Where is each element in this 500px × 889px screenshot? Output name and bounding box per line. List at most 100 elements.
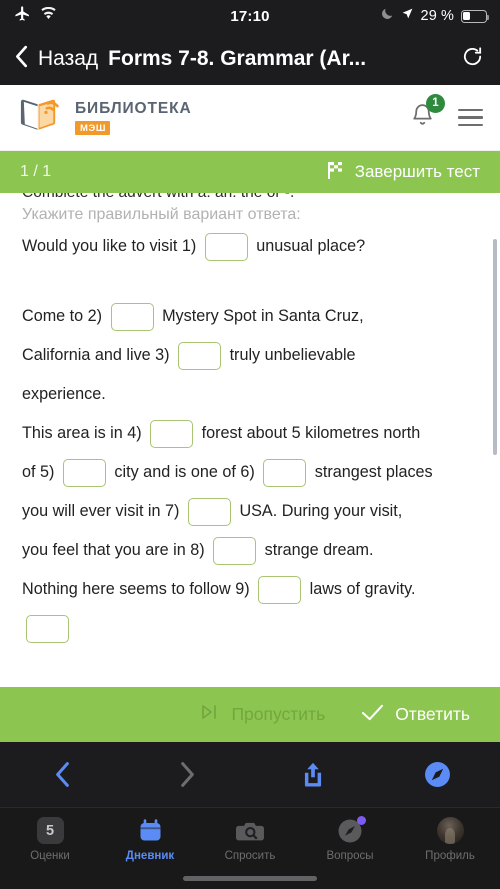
answer-blank-9[interactable] [258, 575, 302, 604]
exercise-action-bar: Пропустить Ответить [0, 687, 500, 742]
finish-test-button[interactable]: Завершить тест [326, 160, 480, 185]
open-book-library-icon [17, 94, 64, 141]
exercise-line: you will ever visit in 7) USA. During yo… [22, 492, 478, 531]
answer-blank-6[interactable] [263, 458, 307, 487]
answer-hint: Укажите правильный вариант ответа: [22, 206, 301, 223]
line-6-mid: city and is one of 6) [114, 463, 255, 481]
safari-compass-icon[interactable] [375, 761, 500, 788]
avatar [436, 817, 464, 844]
back-label: Назад [38, 46, 99, 70]
answer-blank-2[interactable] [110, 302, 154, 331]
grade-badge: 5 [36, 817, 64, 844]
battery-icon [461, 9, 490, 23]
tab-label: Оценки [30, 850, 70, 862]
line-5-before: This area is in 4) [22, 424, 142, 442]
exercise-line: Would you like to visit 1) unusual place… [22, 227, 478, 266]
skip-button[interactable]: Пропустить [200, 703, 325, 726]
notifications-button[interactable]: 1 [410, 93, 445, 134]
answer-label: Ответить [395, 704, 470, 724]
compass-icon [337, 816, 366, 844]
line-9-after: laws of gravity. [309, 580, 416, 598]
phone-screen: 17:10 29 % Назад Forms 7-8. Grammar (Ar.… [0, 0, 500, 889]
line-3-after: truly unbelievable [229, 346, 356, 364]
tab-grades[interactable]: 5 Оценки [0, 817, 100, 862]
exercise-text: Would you like to visit 1) unusual place… [22, 227, 478, 648]
exercise-line: This area is in 4) forest about 5 kilome… [22, 414, 478, 453]
line-5-after: forest about 5 kilometres north [201, 424, 421, 442]
chevron-left-icon [14, 44, 29, 74]
line-3-before: California and live 3) [22, 346, 170, 364]
web-page-content: БИБЛИОТЕКА МЭШ 1 1 / 1 Завершить тест Ук… [0, 85, 500, 742]
line-6-before: of 5) [22, 463, 55, 481]
exercise-line: you feel that you are in 8) strange drea… [22, 531, 478, 570]
tab-label: Вопросы [326, 850, 374, 862]
browser-back-button[interactable] [0, 760, 125, 789]
skip-label: Пропустить [231, 704, 326, 724]
exercise-line: of 5) city and is one of 6) strangest pl… [22, 453, 478, 492]
answer-blank-5[interactable] [62, 458, 106, 487]
notification-dot [357, 816, 366, 825]
checkered-flag-icon [326, 160, 346, 185]
share-upload-icon[interactable] [250, 760, 375, 790]
notification-badge: 1 [426, 93, 445, 113]
tab-label: Дневник [125, 850, 175, 862]
browser-forward-button[interactable] [125, 760, 250, 789]
answer-blank-4[interactable] [150, 419, 194, 448]
battery-percent-label: 29 % [420, 8, 454, 24]
answer-blank-10[interactable] [26, 614, 69, 643]
exercise-line [22, 609, 478, 648]
skip-next-icon [200, 703, 220, 726]
line-1-before: Would you like to visit 1) [22, 237, 197, 255]
page-scrollbar[interactable] [493, 239, 497, 455]
tab-profile[interactable]: Профиль [400, 817, 500, 862]
answer-button[interactable]: Ответить [361, 703, 470, 727]
exercise-line: Come to 2) Mystery Spot in Santa Cruz, [22, 297, 478, 336]
do-not-disturb-moon-icon [380, 7, 394, 26]
exercise-line: experience. [22, 375, 478, 414]
logo-title: БИБЛИОТЕКА [75, 100, 192, 117]
tab-diary[interactable]: Дневник [100, 817, 200, 862]
browser-toolbar [0, 742, 500, 807]
page-title: Forms 7-8. Grammar (Ar... [108, 46, 367, 70]
answer-blank-3[interactable] [178, 341, 222, 370]
site-header: БИБЛИОТЕКА МЭШ 1 [0, 85, 500, 151]
library-logo[interactable]: БИБЛИОТЕКА МЭШ [17, 94, 192, 141]
tab-questions[interactable]: Вопросы [300, 816, 400, 862]
line-8-before: you feel that you are in 8) [22, 541, 205, 559]
line-7-after: USA. During your visit, [239, 502, 403, 520]
finish-test-label: Завершить тест [354, 162, 480, 181]
avatar-icon [436, 817, 464, 844]
calendar-icon [137, 817, 164, 844]
tab-ask[interactable]: Спросить [200, 817, 300, 862]
line-6-after: strangest places [314, 463, 433, 481]
question-counter: 1 / 1 [20, 163, 52, 180]
exercise-body: Complete the advert with a, an, the or -… [0, 193, 500, 687]
exercise-line: Nothing here seems to follow 9) laws of … [22, 570, 478, 609]
hamburger-menu-icon[interactable] [458, 108, 483, 127]
line-7-before: you will ever visit in 7) [22, 502, 180, 520]
line-2-after: Mystery Spot in Santa Cruz, [162, 307, 364, 325]
checkmark-icon [361, 703, 384, 727]
task-instruction: Complete the advert with a, an, the or -… [22, 193, 478, 197]
tab-label: Спросить [224, 850, 276, 862]
line-1-after: unusual place? [256, 237, 366, 255]
logo-badge: МЭШ [75, 121, 111, 135]
home-indicator [183, 876, 317, 881]
reload-icon[interactable] [461, 44, 484, 74]
back-button[interactable]: Назад [14, 44, 98, 74]
test-progress-bar: 1 / 1 Завершить тест [0, 151, 500, 193]
tab-label: Профиль [425, 850, 475, 862]
browser-nav-bar: Назад Forms 7-8. Grammar (Ar... [0, 32, 500, 85]
line-4-before: experience. [22, 385, 106, 403]
line-8-after: strange dream. [264, 541, 374, 559]
answer-blank-8[interactable] [213, 536, 257, 565]
exercise-line: California and live 3) truly unbelievabl… [22, 336, 478, 375]
camera-search-icon [235, 817, 265, 844]
location-arrow-icon [401, 7, 414, 25]
answer-blank-7[interactable] [187, 497, 231, 526]
app-tab-bar: 5 Оценки Дневник Спросить Вопросы Профил… [0, 807, 500, 889]
line-9-before: Nothing here seems to follow 9) [22, 580, 250, 598]
grade-number-icon: 5 [36, 817, 64, 844]
answer-blank-1[interactable] [204, 232, 248, 261]
line-2-before: Come to 2) [22, 307, 103, 325]
